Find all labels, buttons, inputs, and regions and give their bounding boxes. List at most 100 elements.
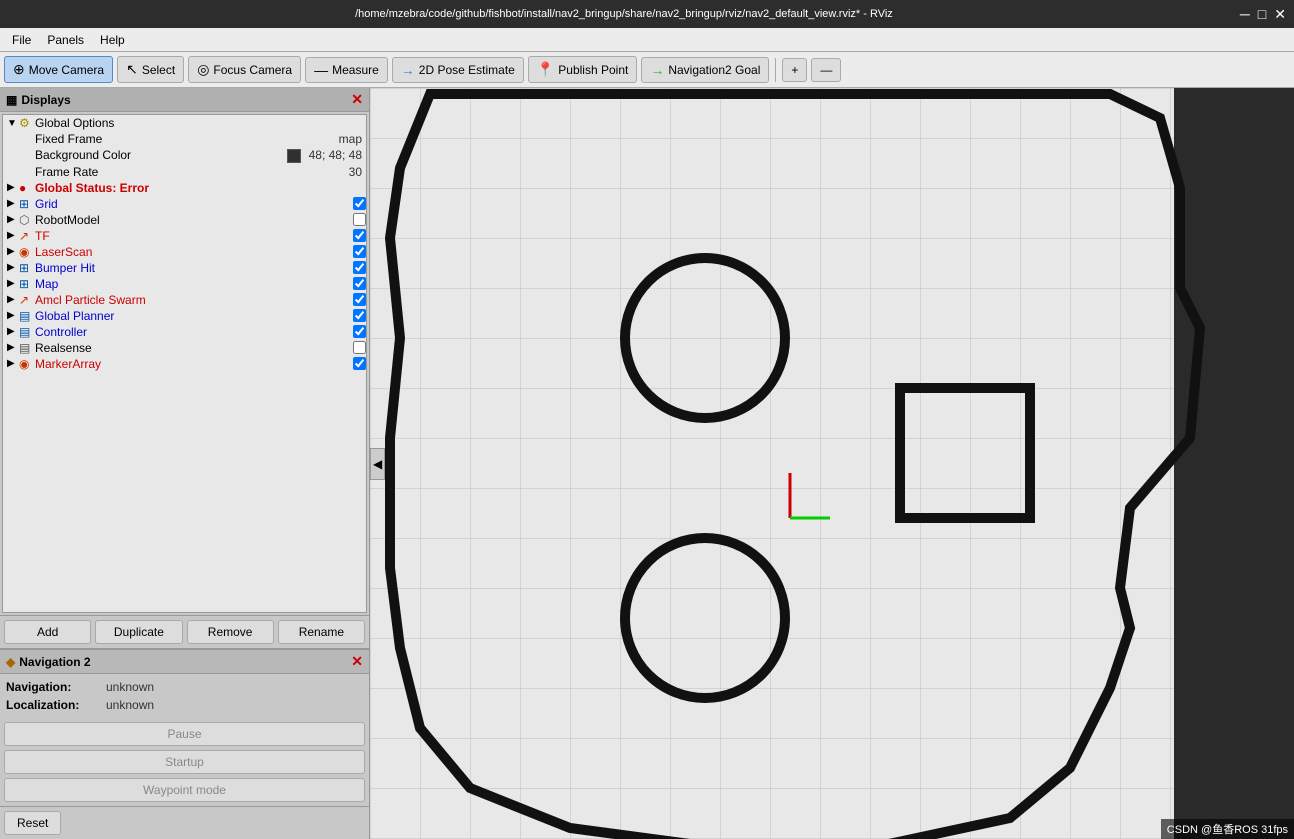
titlebar: /home/mzebra/code/github/fishbot/install… xyxy=(0,0,1294,28)
map-checkbox[interactable] xyxy=(353,277,366,290)
tf-checkbox[interactable] xyxy=(353,229,366,242)
main-layout: ▦ Displays ✕ ▼ ⚙ Global Options Fixed Fr… xyxy=(0,88,1294,839)
pause-button[interactable]: Pause xyxy=(4,722,365,746)
minimize-button[interactable]: ─ xyxy=(1240,6,1250,23)
bumper-hit-row[interactable]: ▶ ⊞ Bumper Hit xyxy=(3,260,366,276)
tf-expand[interactable]: ▶ xyxy=(7,230,19,241)
global-options-icon: ⚙ xyxy=(19,116,35,130)
amcl-icon: ↗ xyxy=(19,293,35,307)
realsense-expand[interactable]: ▶ xyxy=(7,342,19,353)
grid-expand[interactable]: ▶ xyxy=(7,198,19,209)
marker-array-checkbox[interactable] xyxy=(353,357,366,370)
robot-model-expand[interactable]: ▶ xyxy=(7,214,19,225)
nav2-goal-label: Navigation2 Goal xyxy=(668,63,760,77)
localization-status-row: Localization: unknown xyxy=(6,696,363,714)
menu-help[interactable]: Help xyxy=(92,31,133,49)
nav-close-button[interactable]: ✕ xyxy=(351,653,363,670)
tf-row[interactable]: ▶ ↗ TF xyxy=(3,228,366,244)
bg-color-value[interactable]: 48; 48; 48 xyxy=(287,148,366,163)
2d-pose-label: 2D Pose Estimate xyxy=(419,63,515,77)
bumper-hit-expand[interactable]: ▶ xyxy=(7,262,19,273)
duplicate-button[interactable]: Duplicate xyxy=(95,620,182,644)
grid-checkbox[interactable] xyxy=(353,197,366,210)
nav-icon: ◆ xyxy=(6,655,15,669)
publish-point-button[interactable]: 📍 Publish Point xyxy=(528,56,637,83)
viewport-collapse-arrow[interactable]: ◀ xyxy=(370,448,385,480)
laser-scan-checkbox[interactable] xyxy=(353,245,366,258)
amcl-expand[interactable]: ▶ xyxy=(7,294,19,305)
menu-file[interactable]: File xyxy=(4,31,39,49)
fixed-frame-value[interactable]: map xyxy=(339,132,366,146)
status-text: CSDN @鱼香ROS 31fps xyxy=(1167,824,1288,836)
close-button[interactable]: ✕ xyxy=(1274,6,1286,23)
frame-rate-value[interactable]: 30 xyxy=(349,165,366,179)
menu-panels[interactable]: Panels xyxy=(39,31,92,49)
robot-model-label: RobotModel xyxy=(35,213,349,227)
displays-section: ▦ Displays ✕ ▼ ⚙ Global Options Fixed Fr… xyxy=(0,88,369,648)
nav2-goal-button[interactable]: → Navigation2 Goal xyxy=(641,57,769,83)
panel-buttons: Add Duplicate Remove Rename xyxy=(0,615,369,648)
measure-button[interactable]: ― Measure xyxy=(305,57,388,83)
global-planner-expand[interactable]: ▶ xyxy=(7,310,19,321)
controller-checkbox[interactable] xyxy=(353,325,366,338)
displays-close-button[interactable]: ✕ xyxy=(351,91,363,108)
map-circle-top xyxy=(625,258,785,418)
robot-model-row[interactable]: ▶ ⬡ RobotModel xyxy=(3,212,366,228)
zoom-in-button[interactable]: + xyxy=(782,58,807,82)
viewport[interactable]: ◀ CSDN @鱼香ROS 31fps xyxy=(370,88,1294,839)
navigation-header: ◆ Navigation 2 ✕ xyxy=(0,650,369,674)
map-circle-bottom xyxy=(625,538,785,698)
fixed-frame-label: Fixed Frame xyxy=(35,132,339,146)
global-options-expand[interactable]: ▼ xyxy=(7,118,19,129)
marker-array-expand[interactable]: ▶ xyxy=(7,358,19,369)
robot-model-checkbox[interactable] xyxy=(353,213,366,226)
frame-rate-label: Frame Rate xyxy=(35,165,349,179)
amcl-row[interactable]: ▶ ↗ Amcl Particle Swarm xyxy=(3,292,366,308)
reset-button[interactable]: Reset xyxy=(4,811,61,835)
global-status-row[interactable]: ▶ ● Global Status: Error xyxy=(3,180,366,196)
select-button[interactable]: ↖ Select xyxy=(117,56,184,83)
map-expand[interactable]: ▶ xyxy=(7,278,19,289)
map-row[interactable]: ▶ ⊞ Map xyxy=(3,276,366,292)
maximize-button[interactable]: □ xyxy=(1258,6,1266,23)
global-planner-checkbox[interactable] xyxy=(353,309,366,322)
reset-area: Reset xyxy=(0,806,369,839)
measure-label: Measure xyxy=(332,63,379,77)
localization-label: Localization: xyxy=(6,698,106,712)
robot-model-icon: ⬡ xyxy=(19,213,35,227)
2d-pose-button[interactable]: → 2D Pose Estimate xyxy=(392,57,524,83)
bumper-hit-checkbox[interactable] xyxy=(353,261,366,274)
startup-button[interactable]: Startup xyxy=(4,750,365,774)
focus-camera-button[interactable]: ◎ Focus Camera xyxy=(188,56,301,83)
add-button[interactable]: Add xyxy=(4,620,91,644)
titlebar-controls: ─ □ ✕ xyxy=(1240,6,1286,23)
laser-scan-expand[interactable]: ▶ xyxy=(7,246,19,257)
move-camera-button[interactable]: ⊕ Move Camera xyxy=(4,56,113,83)
global-planner-label: Global Planner xyxy=(35,309,349,323)
tf-label: TF xyxy=(35,229,349,243)
marker-array-row[interactable]: ▶ ◉ MarkerArray xyxy=(3,356,366,372)
global-options-row[interactable]: ▼ ⚙ Global Options xyxy=(3,115,366,131)
controller-row[interactable]: ▶ ▤ Controller xyxy=(3,324,366,340)
tf-icon: ↗ xyxy=(19,229,35,243)
focus-camera-icon: ◎ xyxy=(197,61,209,78)
grid-icon: ⊞ xyxy=(19,197,35,211)
laser-scan-row[interactable]: ▶ ◉ LaserScan xyxy=(3,244,366,260)
global-planner-row[interactable]: ▶ ▤ Global Planner xyxy=(3,308,366,324)
navigation-label: Navigation: xyxy=(6,680,106,694)
realsense-checkbox[interactable] xyxy=(353,341,366,354)
rename-button[interactable]: Rename xyxy=(278,620,365,644)
controller-expand[interactable]: ▶ xyxy=(7,326,19,337)
nav-content: Navigation: unknown Localization: unknow… xyxy=(0,674,369,718)
amcl-checkbox[interactable] xyxy=(353,293,366,306)
zoom-out-button[interactable]: — xyxy=(811,58,841,82)
map-rectangle xyxy=(900,388,1030,518)
grid-row[interactable]: ▶ ⊞ Grid xyxy=(3,196,366,212)
waypoint-mode-button[interactable]: Waypoint mode xyxy=(4,778,365,802)
move-camera-icon: ⊕ xyxy=(13,61,25,78)
publish-point-label: Publish Point xyxy=(558,63,628,77)
realsense-row[interactable]: ▶ ▤ Realsense xyxy=(3,340,366,356)
remove-button[interactable]: Remove xyxy=(187,620,274,644)
bg-color-row: Background Color 48; 48; 48 xyxy=(3,147,366,164)
global-status-expand[interactable]: ▶ xyxy=(7,182,19,193)
